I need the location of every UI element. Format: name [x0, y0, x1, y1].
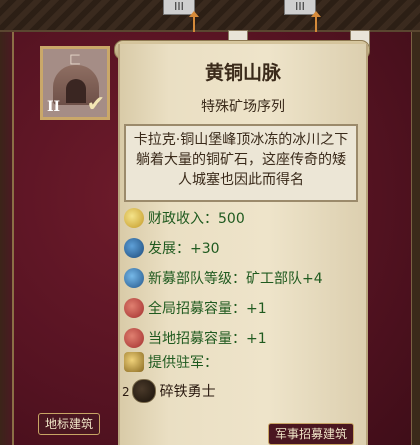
military-recruitment-buildings-button[interactable]: 军事招募建筑	[268, 423, 355, 445]
checkmark-icon: ✔	[86, 92, 105, 117]
effect-row-local-recruit: 当地招募容量：+1	[124, 328, 267, 350]
garrison-unit[interactable]: 2 碎铁勇士	[122, 379, 216, 404]
coin-icon	[124, 208, 144, 228]
building-card-brass-mountains[interactable]: 匚 II ✔	[40, 46, 110, 120]
global-recruit-icon	[124, 298, 144, 318]
tooltip-title: 黄铜山脉	[204, 62, 281, 84]
effect-row-development: 发展：+30	[124, 238, 220, 260]
left-frame	[0, 32, 14, 445]
effect-text: 财政收入：500	[148, 211, 245, 227]
right-frame	[411, 32, 420, 445]
effect-text: 提供驻军：	[148, 355, 218, 371]
building-tier-label: II	[47, 99, 61, 115]
top-bar	[0, 0, 420, 32]
effect-text: 新募部队等级：矿工部队+4	[148, 271, 323, 287]
recruit-level-icon	[124, 268, 144, 288]
effect-text: 发展：+30	[148, 241, 220, 257]
landmark-buildings-button[interactable]: 地标建筑	[38, 413, 101, 435]
local-recruit-icon	[124, 328, 144, 348]
unit-name: 碎铁勇士	[159, 384, 216, 400]
ironbreaker-unit-icon	[131, 379, 156, 403]
unit-count: 2	[122, 385, 130, 399]
building-tooltip-scroll: 黄铜山脉 特殊矿场序列 卡拉克·铜山堡峰顶冰冻的冰川之下躺着大量的铜矿石，这座传…	[118, 44, 368, 445]
effect-row-recruit-level: 新募部队等级：矿工部队+4	[124, 268, 323, 290]
effect-row-global-recruit: 全局招募容量：+1	[124, 298, 267, 320]
upgrade-arrow-icon	[189, 11, 199, 32]
effect-row-income: 财政收入：500	[124, 208, 245, 230]
effect-text: 当地招募容量：+1	[148, 331, 267, 347]
tooltip-subtitle: 特殊矿场序列	[201, 99, 285, 115]
effect-text: 全局招募容量：+1	[148, 301, 267, 317]
upgrade-arrow-icon	[311, 11, 321, 32]
garrison-icon	[124, 352, 144, 372]
development-icon	[124, 238, 144, 258]
tooltip-description: 卡拉克·铜山堡峰顶冰冻的冰川之下躺着大量的铜矿石，这座传奇的矮人城塞也因此而得名	[124, 124, 358, 202]
effect-row-garrison: 提供驻军：	[124, 352, 218, 374]
